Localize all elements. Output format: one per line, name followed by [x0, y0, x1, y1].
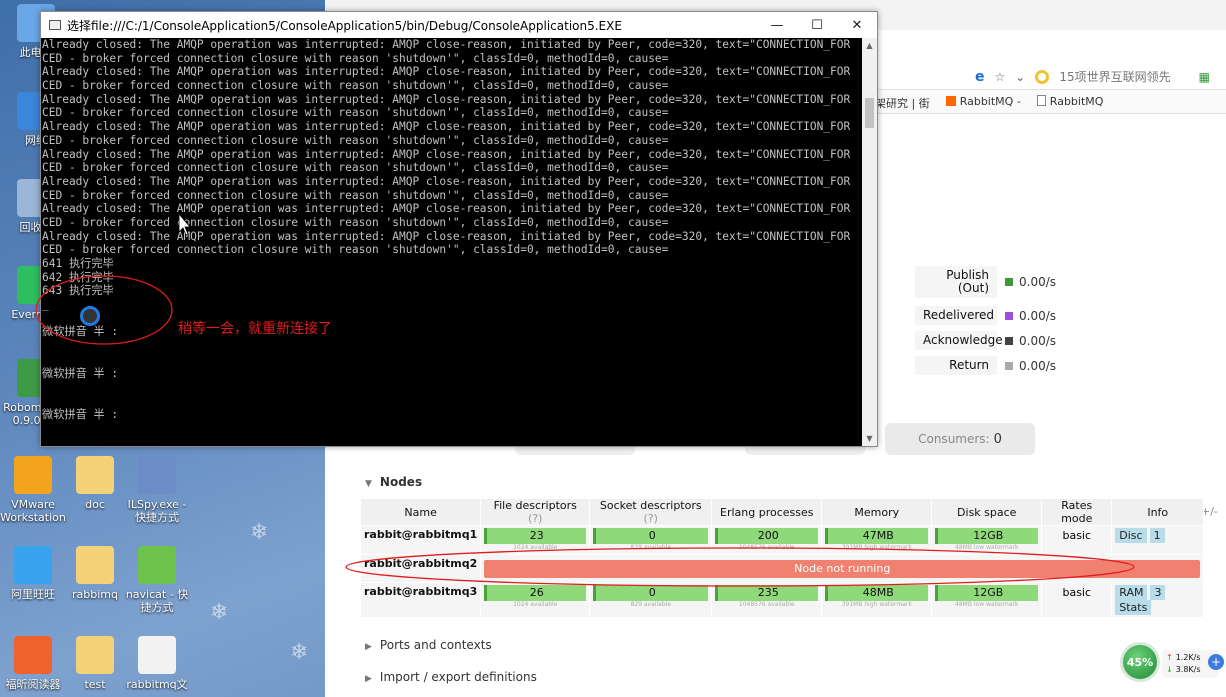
annotation-circle: [35, 275, 173, 345]
annotation-overlay: [35, 212, 1135, 587]
network-monitor-widget[interactable]: 45% ↑ 1.2K/s ↓ 3.8K/s +: [1120, 642, 1226, 686]
annotation-text: 稍等一会，就重新连接了: [178, 321, 332, 337]
plus-icon[interactable]: +: [1208, 654, 1224, 670]
upload-arrow-icon: ↑: [1166, 653, 1173, 662]
annotation-ellipse: [345, 547, 1135, 587]
mouse-cursor-icon: [178, 212, 191, 236]
download-arrow-icon: ↓: [1166, 665, 1173, 674]
cpu-usage-ball[interactable]: 45%: [1120, 642, 1160, 682]
